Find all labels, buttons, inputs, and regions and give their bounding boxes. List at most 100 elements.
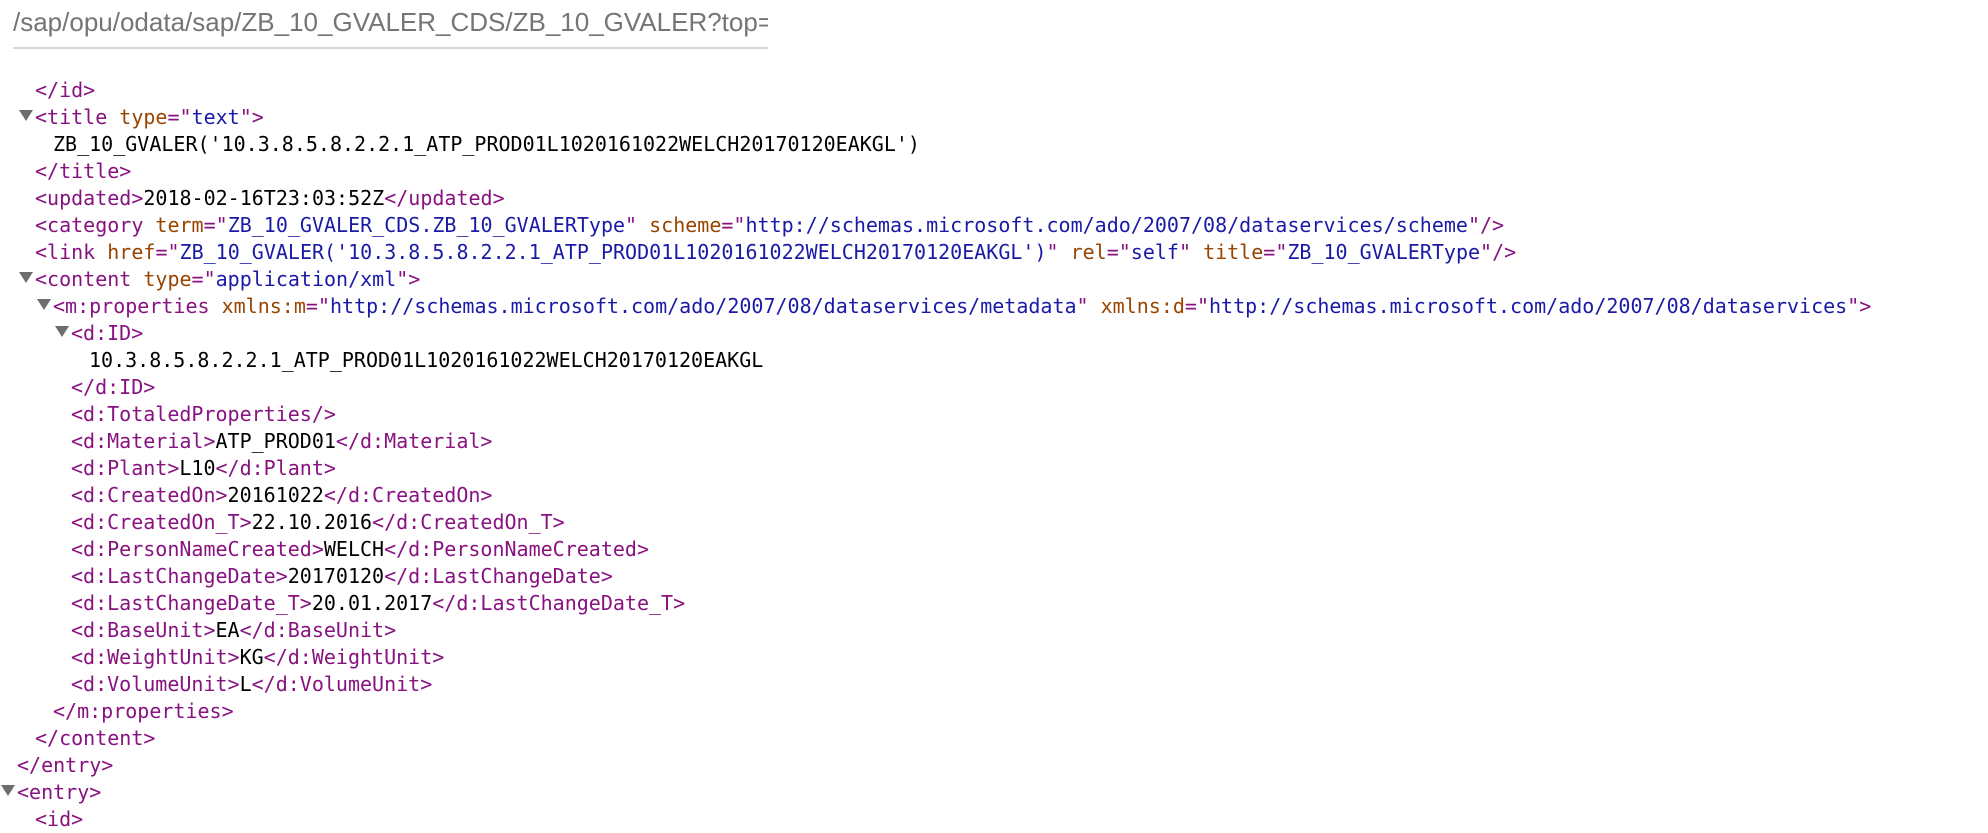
xml-text: EA (215, 618, 240, 642)
xml-attribute-value: ZB_10_GVALER('10.3.8.5.8.2.2.1_ATP_PROD0… (179, 240, 1047, 264)
xml-text: 20170120 (287, 564, 385, 588)
xml-text (1059, 240, 1071, 264)
xml-tag-token: </d:CreatedOn_T> (372, 510, 565, 534)
xml-text: ATP_PROD01 (215, 429, 336, 453)
xml-tag-token: =" (155, 240, 180, 264)
xml-tag-token: =" (1184, 294, 1210, 318)
xml-line: <d:Plant>L10</d:Plant> (0, 455, 1988, 482)
xml-text: 10.3.8.5.8.2.2.1_ATP_PROD01L1020161022WE… (89, 348, 764, 372)
xml-line: <d:BaseUnit>EA</d:BaseUnit> (0, 617, 1988, 644)
xml-tag-token: <link (35, 240, 96, 264)
xml-line-content: <d:ID> (71, 320, 143, 347)
xml-tag-token: =" (721, 213, 746, 237)
xml-tag-token: =" (1263, 240, 1288, 264)
xml-text: 22.10.2016 (251, 510, 373, 534)
address-bar[interactable]: /sap/opu/odata/sap/ZB_10_GVALER_CDS/ZB_1… (13, 0, 768, 49)
disclosure-triangle-down-icon[interactable] (37, 299, 51, 310)
xml-line-content: <d:BaseUnit>EA</d:BaseUnit> (71, 617, 396, 644)
xml-line-content: <d:WeightUnit>KG</d:WeightUnit> (71, 644, 444, 671)
xml-attribute-value: self (1130, 240, 1179, 264)
xml-text: KG (239, 645, 264, 669)
xml-line: 10.3.8.5.8.2.2.1_ATP_PROD01L1020161022WE… (0, 347, 1988, 374)
xml-attribute-name: term (155, 213, 204, 237)
xml-tag-token: =" (203, 213, 228, 237)
xml-text (95, 240, 107, 264)
xml-tag-token: </content> (35, 726, 156, 750)
xml-tag-token: </d:LastChangeDate> (384, 564, 613, 588)
xml-line-content: </content> (35, 725, 155, 752)
xml-tag-token: <entry> (17, 780, 102, 804)
xml-attribute-value: http://schemas.microsoft.com/ado/2007/08… (745, 213, 1468, 237)
xml-line: </content> (0, 725, 1988, 752)
xml-line: <d:PersonNameCreated>WELCH</d:PersonName… (0, 536, 1988, 563)
xml-tag-token: <d:TotaledProperties/> (71, 402, 336, 426)
xml-line: <d:CreatedOn>20161022</d:CreatedOn> (0, 482, 1988, 509)
xml-tag-token: =" (167, 105, 192, 129)
xml-attribute-value: text (191, 105, 240, 129)
xml-line-content: <d:LastChangeDate_T>20.01.2017</d:LastCh… (71, 590, 685, 617)
xml-text (1191, 240, 1203, 264)
xml-line-content: <d:TotaledProperties/> (71, 401, 336, 428)
xml-line: <d:LastChangeDate_T>20.01.2017</d:LastCh… (0, 590, 1988, 617)
xml-line-content: </title> (35, 158, 131, 185)
xml-tag-token: </title> (35, 159, 132, 183)
xml-tag-token: </entry> (17, 753, 114, 777)
xml-line: </d:ID> (0, 374, 1988, 401)
xml-text: 20161022 (227, 483, 324, 507)
xml-tag-token: </d:ID> (71, 375, 156, 399)
xml-line-content: <updated>2018-02-16T23:03:52Z</updated> (35, 185, 505, 212)
disclosure-triangle-down-icon[interactable] (19, 110, 33, 121)
xml-tag-token: </d:BaseUnit> (239, 618, 397, 642)
xml-line: <d:WeightUnit>KG</d:WeightUnit> (0, 644, 1988, 671)
xml-line: </m:properties> (0, 698, 1988, 725)
xml-line: <category term="ZB_10_GVALER_CDS.ZB_10_G… (0, 212, 1988, 239)
xml-text: L (239, 672, 252, 696)
xml-attribute-name: xmlns:m (221, 294, 306, 318)
xml-tag-token: <title (35, 105, 108, 129)
xml-attribute-name: type (119, 105, 168, 129)
xml-tag-token: </d:Plant> (215, 456, 336, 480)
disclosure-triangle-down-icon[interactable] (19, 272, 33, 283)
xml-line: ZB_10_GVALER('10.3.8.5.8.2.2.1_ATP_PROD0… (0, 131, 1988, 158)
xml-element-line: <d:ID> (0, 320, 1988, 347)
xml-tag-token: </d:Material> (335, 429, 493, 453)
xml-tag-token: </d:WeightUnit> (263, 645, 445, 669)
xml-element-line: <title type="text"> (0, 104, 1988, 131)
xml-attribute-name: scheme (649, 213, 722, 237)
xml-attribute-name: title (1203, 240, 1264, 264)
xml-text: 2018-02-16T23:03:52Z (143, 186, 385, 210)
xml-attribute-name: rel (1070, 240, 1107, 264)
xml-tag-token: =" (1106, 240, 1131, 264)
xml-line-content: <title type="text"> (35, 104, 264, 131)
xml-line-content: <d:CreatedOn_T>22.10.2016</d:CreatedOn_T… (71, 509, 565, 536)
xml-tag-token: </updated> (384, 186, 505, 210)
xml-tag-token: "> (1847, 294, 1872, 318)
xml-line-content: </id> (35, 77, 95, 104)
address-bar-url: /sap/opu/odata/sap/ZB_10_GVALER_CDS/ZB_1… (13, 7, 768, 37)
xml-tag-token: " (1046, 240, 1059, 264)
xml-tag-token: <updated> (35, 186, 144, 210)
xml-tag-token: " (1178, 240, 1192, 264)
xml-attribute-value: ZB_10_GVALERType (1287, 240, 1481, 264)
xml-tag-token: <d:PersonNameCreated> (71, 537, 324, 561)
xml-attribute-name: type (143, 267, 192, 291)
disclosure-triangle-down-icon[interactable] (1, 785, 15, 796)
xml-line-content: ZB_10_GVALER('10.3.8.5.8.2.2.1_ATP_PROD0… (53, 131, 920, 158)
xml-text (131, 267, 143, 291)
xml-tag-token: </d:CreatedOn> (323, 483, 493, 507)
xml-line: </id> (0, 77, 1988, 104)
xml-tag-token: <id> (35, 807, 84, 831)
xml-tag-token: <d:VolumeUnit> (71, 672, 240, 696)
xml-line-content: <d:Plant>L10</d:Plant> (71, 455, 336, 482)
xml-element-line: <content type="application/xml"> (0, 266, 1988, 293)
xml-line-content: <d:PersonNameCreated>WELCH</d:PersonName… (71, 536, 649, 563)
xml-tag-token: <category (35, 213, 144, 237)
xml-line-content: <content type="application/xml"> (35, 266, 420, 293)
xml-tag-token: <d:WeightUnit> (71, 645, 240, 669)
xml-line: <link href="ZB_10_GVALER('10.3.8.5.8.2.2… (0, 239, 1988, 266)
disclosure-triangle-down-icon[interactable] (55, 326, 69, 337)
xml-tag-token: </d:VolumeUnit> (251, 672, 433, 696)
xml-line-content: </entry> (17, 752, 113, 779)
xml-tag-token: <m:properties (53, 294, 210, 318)
xml-tag-token: "> (239, 105, 264, 129)
